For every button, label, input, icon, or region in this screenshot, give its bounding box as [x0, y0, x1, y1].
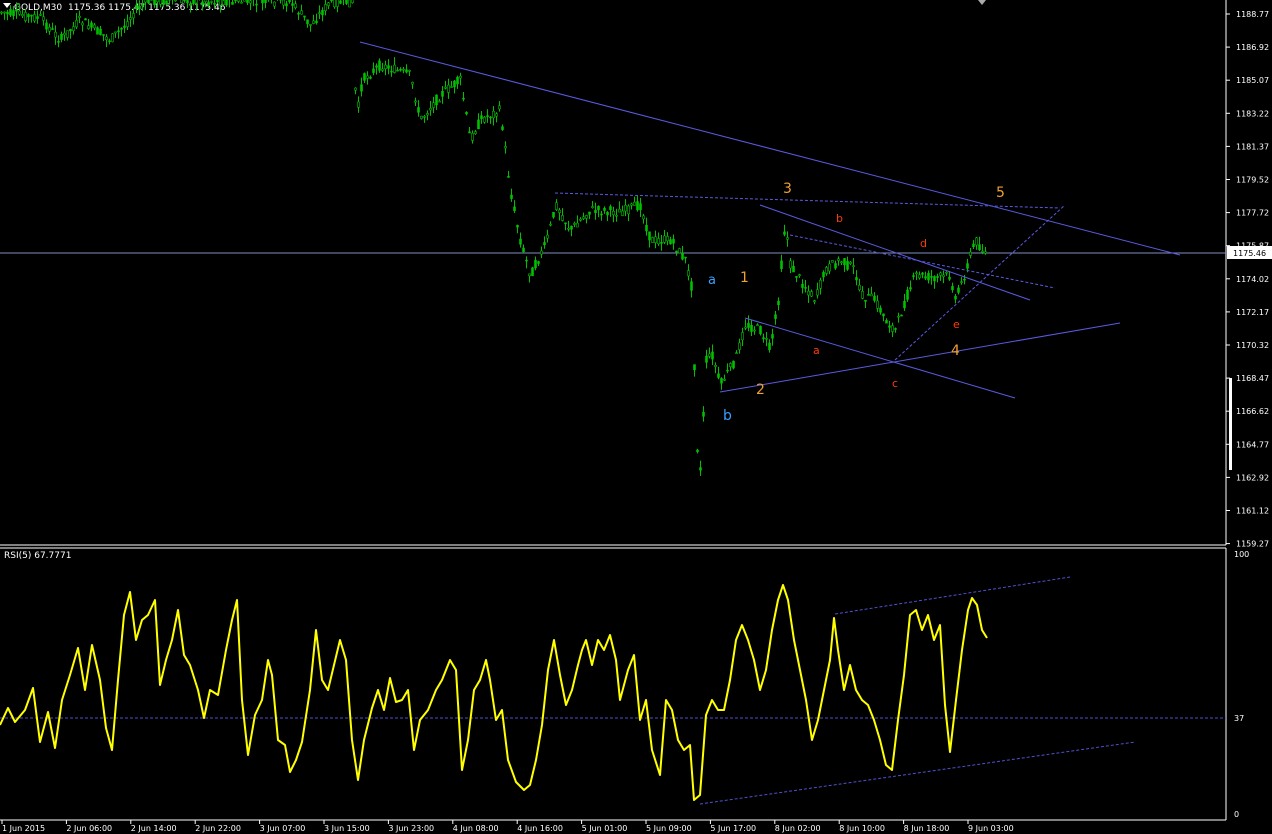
price-tick-label: 1166.62: [1236, 407, 1269, 416]
time-tick-label: 8 Jun 02:00: [775, 824, 821, 833]
upper-trendline: [359, 41, 1181, 256]
lower-support-line: [719, 322, 1121, 393]
wave-label: b: [723, 408, 732, 424]
time-tick-label: 2 Jun 22:00: [195, 824, 241, 833]
time-tick-label: 2 Jun 06:00: [66, 824, 112, 833]
wave-labels: 3 5 b d a 1 a e 4 2 c b: [708, 181, 1005, 424]
price-tick-label: 1183.22: [1236, 109, 1269, 118]
time-tick-label: 5 Jun 01:00: [582, 824, 628, 833]
price-tick-label: 1177.72: [1236, 209, 1269, 218]
price-tick-label: 1172.17: [1236, 308, 1269, 317]
time-tick-label: 5 Jun 17:00: [710, 824, 756, 833]
indicator-title: RSI(5) 67.7771: [4, 551, 71, 561]
chart-shift-marker-icon[interactable]: [978, 0, 986, 5]
time-tick-label: 4 Jun 08:00: [453, 824, 499, 833]
wave-label: 1: [740, 270, 749, 286]
symbol-header: GOLD,M30 1175.36 1175.47 1175.36 1175.46: [3, 3, 226, 13]
indicator-frame: [0, 547, 1227, 821]
wave-label: 4: [951, 343, 960, 359]
time-tick-label: 4 Jun 16:00: [517, 824, 563, 833]
rsi-trendlines[interactable]: [699, 576, 1136, 805]
wave-label: d: [920, 237, 927, 250]
wave-label: 3: [783, 181, 792, 197]
wave-label: 2: [756, 382, 765, 398]
price-tick-label: 1185.07: [1236, 76, 1269, 85]
price-tick-label: 1159.27: [1236, 540, 1269, 549]
time-tick-label: 8 Jun 18:00: [904, 824, 950, 833]
price-scale-handle[interactable]: [1229, 378, 1232, 470]
channel-line-lower: [744, 317, 1016, 399]
time-tick-label: 1 Jun 2015: [2, 824, 45, 833]
dropdown-arrow-icon[interactable]: [3, 3, 11, 8]
price-tick-label: 1168.47: [1236, 374, 1269, 383]
price-tick-label: 1164.77: [1236, 440, 1269, 449]
symbol-label: GOLD,M30: [14, 3, 62, 13]
main-chart-frame: [0, 0, 1227, 546]
price-tick-label: 1181.37: [1236, 142, 1269, 151]
price-tick-label: 1186.92: [1236, 43, 1269, 52]
rsi-level-37: 37: [1234, 714, 1244, 723]
rsi-level-100: 100: [1234, 550, 1249, 559]
price-tick-label: 1188.77: [1236, 10, 1269, 19]
wave-label: e: [953, 318, 960, 331]
wave-label: a: [813, 344, 820, 357]
time-axis: 1 Jun 2015 2 Jun 06:00 2 Jun 14:00 2 Jun 22…: [1, 820, 1014, 833]
price-tick-label: 1161.12: [1236, 507, 1269, 516]
wave-label: 5: [996, 185, 1005, 201]
time-tick-label: 3 Jun 23:00: [388, 824, 434, 833]
time-tick-label: 2 Jun 14:00: [131, 824, 177, 833]
rsi-line: [0, 584, 988, 801]
chart-window[interactable]: GOLD,M30 1175.36 1175.47 1175.36 1175.46…: [0, 0, 1272, 834]
wave-label: a: [708, 273, 716, 288]
price-tick-label: 1162.92: [1236, 473, 1269, 482]
price-tick-label: 1179.52: [1236, 176, 1269, 185]
price-tick-label: 1174.02: [1236, 275, 1269, 284]
time-tick-label: 3 Jun 15:00: [324, 824, 370, 833]
time-tick-label: 8 Jun 10:00: [839, 824, 885, 833]
top-dashed-line: [554, 192, 1061, 209]
time-tick-label: 3 Jun 07:00: [260, 824, 306, 833]
wave-label: c: [892, 377, 898, 390]
current-price-label: 1175.46: [1233, 249, 1266, 258]
time-tick-label: 9 Jun 03:00: [968, 824, 1014, 833]
time-tick-label: 5 Jun 09:00: [646, 824, 692, 833]
candlesticks: [0, 0, 987, 476]
price-tick-label: 1170.32: [1236, 341, 1269, 350]
price-axis: 1188.77 1186.92 1185.07 1183.22 1181.37 1179.…: [1226, 10, 1269, 549]
current-price-line: 1175.46: [0, 246, 1272, 259]
wave-label: b: [836, 212, 843, 225]
rsi-level-0: 0: [1234, 810, 1239, 819]
